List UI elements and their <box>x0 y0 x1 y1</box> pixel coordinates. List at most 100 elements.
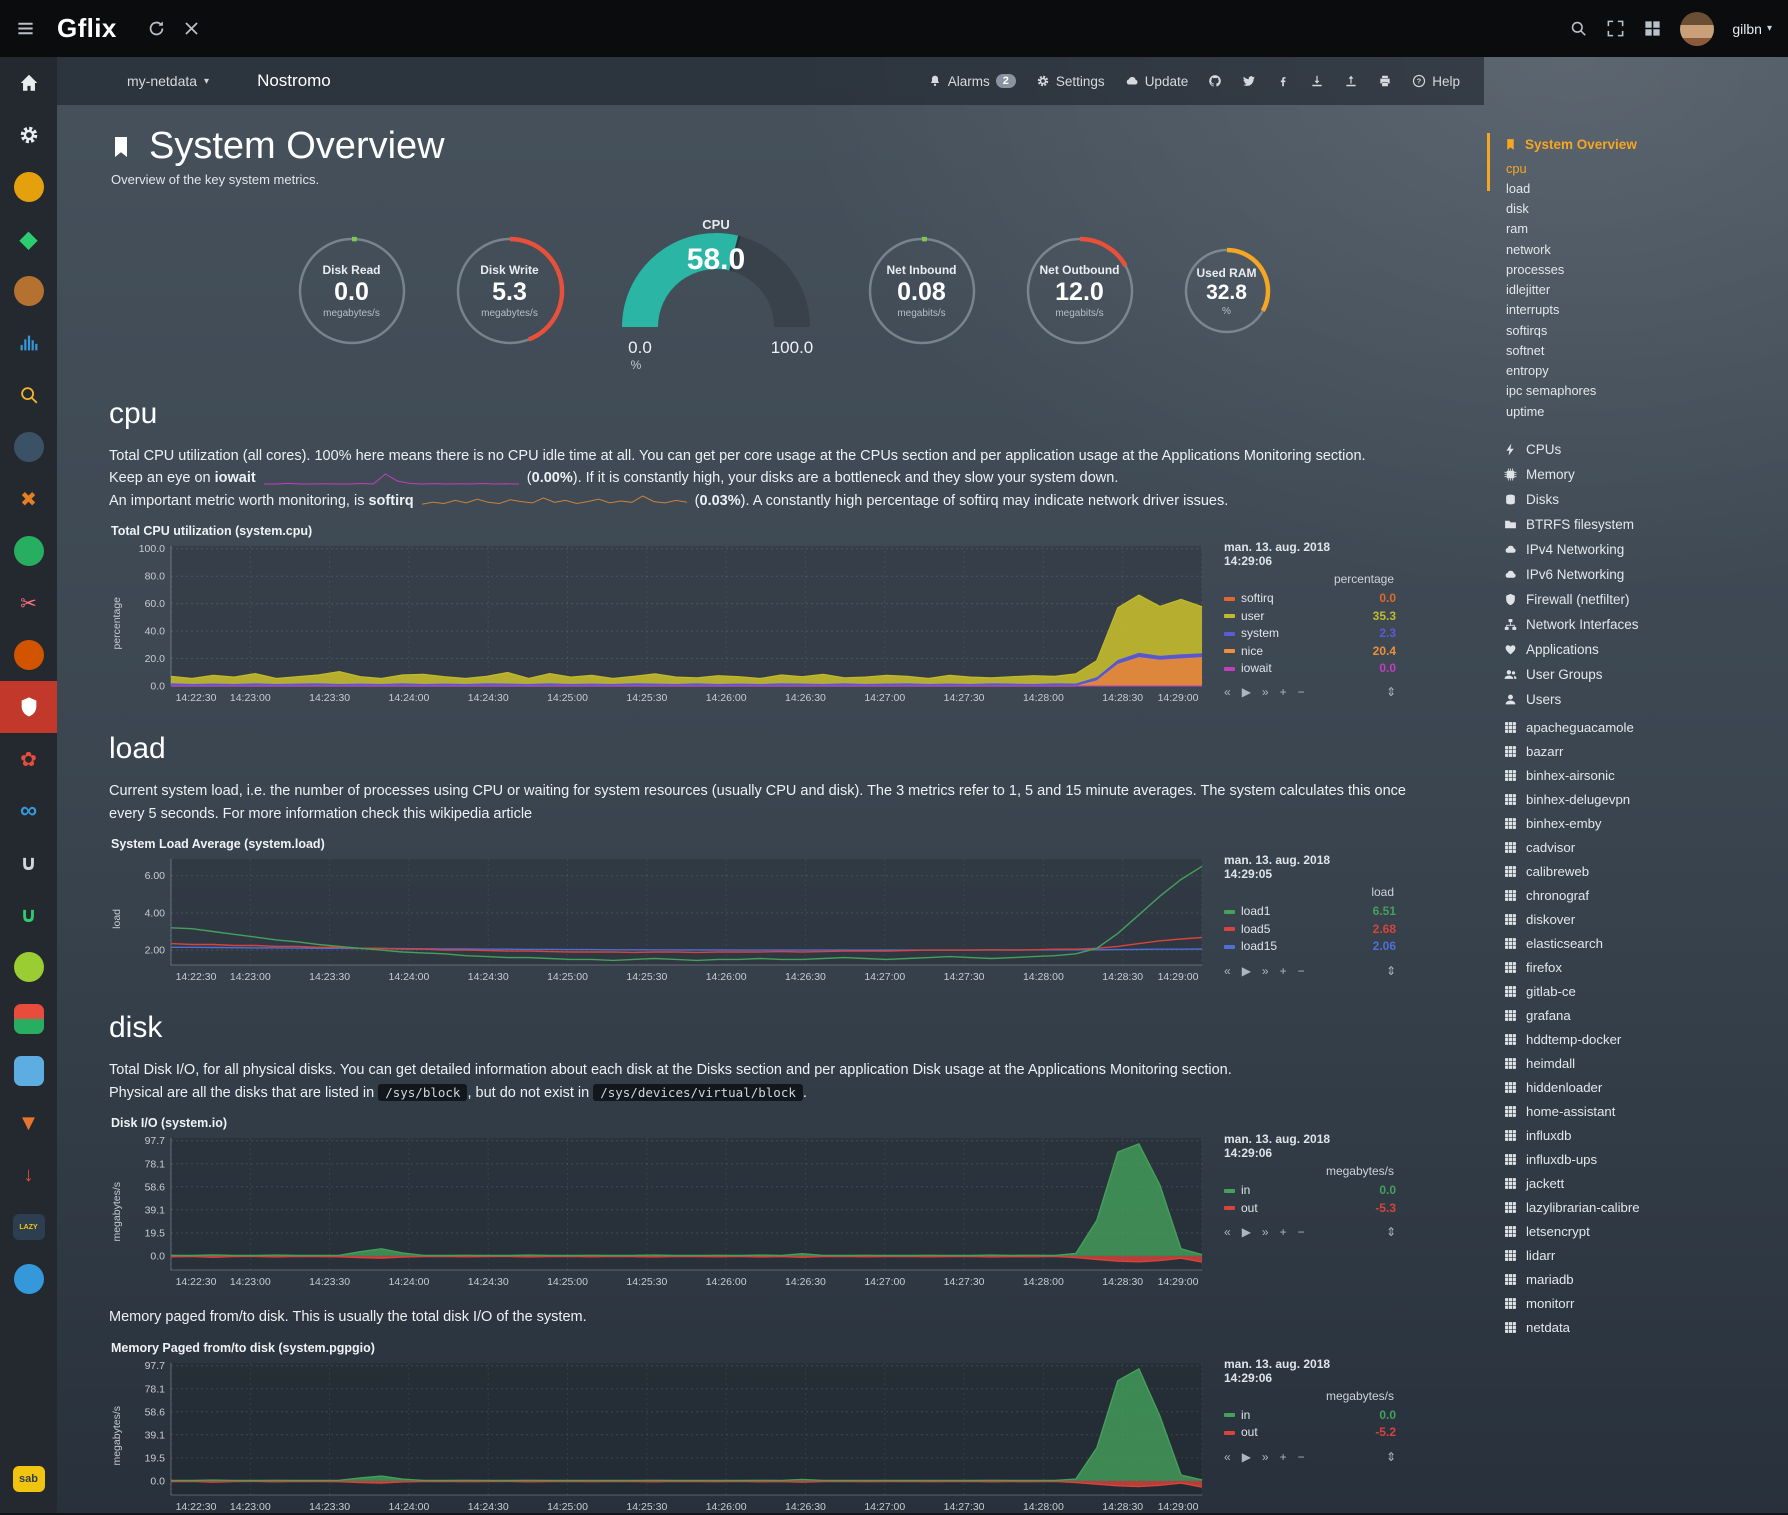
menu-ipv6-networking[interactable]: IPv6 Networking <box>1504 562 1780 587</box>
menu-app-calibreweb[interactable]: calibreweb <box>1504 859 1780 883</box>
menu-users[interactable]: Users <box>1504 687 1780 712</box>
menu-applications[interactable]: Applications <box>1504 637 1780 662</box>
menu-app-binhex-delugevpn[interactable]: binhex-delugevpn <box>1504 787 1780 811</box>
play-button[interactable]: ▶ <box>1242 964 1251 978</box>
pan-backward-button[interactable]: « <box>1224 1450 1231 1464</box>
submenu-entropy[interactable]: entropy <box>1504 361 1780 381</box>
menu-app-lidarr[interactable]: lidarr <box>1504 1243 1780 1267</box>
menu-cpus[interactable]: CPUs <box>1504 437 1780 462</box>
sidebar-app-app-8[interactable] <box>0 421 57 473</box>
print-button[interactable] <box>1378 74 1392 88</box>
close-icon[interactable] <box>182 19 201 38</box>
legend-series-softirq[interactable]: softirq0.0 <box>1224 590 1396 607</box>
sidebar-app-app-18[interactable] <box>0 941 57 993</box>
menu-app-binhex-emby[interactable]: binhex-emby <box>1504 811 1780 835</box>
chart-plot[interactable]: 14:22:3014:23:0014:23:3014:24:0014:24:30… <box>125 540 1210 706</box>
submenu-idlejitter[interactable]: idlejitter <box>1504 280 1780 300</box>
gauge-used-ram[interactable]: Used RAM32.8% <box>1179 243 1275 339</box>
chart-plot[interactable]: 14:22:3014:23:0014:23:3014:24:0014:24:30… <box>125 1357 1210 1515</box>
legend-series-system[interactable]: system2.3 <box>1224 625 1396 642</box>
play-button[interactable]: ▶ <box>1242 1225 1251 1239</box>
pan-backward-button[interactable]: « <box>1224 1225 1231 1239</box>
sidebar-app-app-3[interactable] <box>0 161 57 213</box>
play-button[interactable]: ▶ <box>1242 1450 1251 1464</box>
sidebar-app-app-6[interactable] <box>0 317 57 369</box>
sidebar-app-app-17[interactable]: ∪ <box>0 889 57 941</box>
twitter-button[interactable] <box>1242 74 1256 88</box>
settings-button[interactable]: Settings <box>1036 74 1105 89</box>
import-button[interactable] <box>1344 74 1358 88</box>
sidebar-app-app-4[interactable]: ◆ <box>0 213 57 265</box>
play-button[interactable]: ▶ <box>1242 685 1251 699</box>
submenu-network[interactable]: network <box>1504 239 1780 259</box>
resize-handle[interactable]: ⇕ <box>1386 1450 1396 1464</box>
server-dropdown[interactable]: my-netdata ▾ <box>127 73 209 89</box>
menu-app-elasticsearch[interactable]: elasticsearch <box>1504 931 1780 955</box>
gauge-cpu[interactable]: CPU58.00.0100.0% <box>609 211 823 371</box>
submenu-uptime[interactable]: uptime <box>1504 401 1780 421</box>
wikipedia-link[interactable]: wikipedia article <box>430 806 532 822</box>
legend-series-in[interactable]: in0.0 <box>1224 1182 1396 1199</box>
sidebar-app-app-24[interactable] <box>0 1253 57 1305</box>
alarms-button[interactable]: Alarms 2 <box>928 74 1016 89</box>
hostname[interactable]: Nostromo <box>257 71 331 91</box>
pan-forward-button[interactable]: » <box>1262 1450 1269 1464</box>
menu-app-influxdb[interactable]: influxdb <box>1504 1123 1780 1147</box>
menu-app-apacheguacamole[interactable]: apacheguacamole <box>1504 715 1780 739</box>
menu-memory[interactable]: Memory <box>1504 462 1780 487</box>
pan-forward-button[interactable]: » <box>1262 685 1269 699</box>
menu-app-home-assistant[interactable]: home-assistant <box>1504 1099 1780 1123</box>
avatar[interactable] <box>1680 12 1714 46</box>
submenu-disk[interactable]: disk <box>1504 199 1780 219</box>
apps-grid-icon[interactable] <box>1643 19 1662 38</box>
menu-app-monitorr[interactable]: monitorr <box>1504 1291 1780 1315</box>
zoom-in-button[interactable]: + <box>1280 1450 1287 1464</box>
menu-network-interfaces[interactable]: Network Interfaces <box>1504 612 1780 637</box>
github-button[interactable] <box>1208 74 1222 88</box>
facebook-button[interactable] <box>1276 74 1290 88</box>
submenu-load[interactable]: load <box>1504 178 1780 198</box>
menu-disks[interactable]: Disks <box>1504 487 1780 512</box>
menu-app-letsencrypt[interactable]: letsencrypt <box>1504 1219 1780 1243</box>
resize-handle[interactable]: ⇕ <box>1386 964 1396 978</box>
menu-app-jackett[interactable]: jackett <box>1504 1171 1780 1195</box>
chart-canvas[interactable]: 14:22:3014:23:0014:23:3014:24:0014:24:30… <box>125 1357 1210 1515</box>
menu-app-diskover[interactable]: diskover <box>1504 907 1780 931</box>
zoom-out-button[interactable]: − <box>1298 685 1305 699</box>
legend-series-in[interactable]: in0.0 <box>1224 1407 1396 1424</box>
resize-handle[interactable]: ⇕ <box>1386 685 1396 699</box>
sidebar-app-app-5[interactable] <box>0 265 57 317</box>
menu-system-overview[interactable]: System Overview <box>1504 137 1780 152</box>
pan-forward-button[interactable]: » <box>1262 1225 1269 1239</box>
sidebar-app-app-sab[interactable]: sab <box>0 1453 57 1505</box>
chart-plot[interactable]: 14:22:3014:23:0014:23:3014:24:0014:24:30… <box>125 853 1210 985</box>
menu-app-lazylibrarian-calibre[interactable]: lazylibrarian-calibre <box>1504 1195 1780 1219</box>
legend-series-nice[interactable]: nice20.4 <box>1224 643 1396 660</box>
submenu-processes[interactable]: processes <box>1504 259 1780 279</box>
sidebar-app-home[interactable] <box>0 57 57 109</box>
legend-series-load1[interactable]: load16.51 <box>1224 903 1396 920</box>
resize-handle[interactable]: ⇕ <box>1386 1225 1396 1239</box>
sidebar-app-app-11[interactable]: ✂ <box>0 577 57 629</box>
menu-app-chronograf[interactable]: chronograf <box>1504 883 1780 907</box>
gauge-net-inbound[interactable]: Net Inbound0.08megabits/s <box>863 232 981 350</box>
sidebar-app-app-10[interactable] <box>0 525 57 577</box>
help-button[interactable]: Help <box>1412 74 1460 89</box>
pan-backward-button[interactable]: « <box>1224 685 1231 699</box>
sidebar-app-app-21[interactable]: ▼ <box>0 1097 57 1149</box>
menu-user-groups[interactable]: User Groups <box>1504 662 1780 687</box>
gauge-disk-write[interactable]: Disk Write5.3megabytes/s <box>451 232 569 350</box>
sidebar-app-app-15[interactable]: ∞ <box>0 785 57 837</box>
export-button[interactable] <box>1310 74 1324 88</box>
menu-btrfs-filesystem[interactable]: BTRFS filesystem <box>1504 512 1780 537</box>
legend-series-out[interactable]: out-5.3 <box>1224 1200 1396 1217</box>
sidebar-app-app-14[interactable]: ✿ <box>0 733 57 785</box>
search-icon[interactable] <box>1569 19 1588 38</box>
legend-series-out[interactable]: out-5.2 <box>1224 1424 1396 1441</box>
zoom-in-button[interactable]: + <box>1280 685 1287 699</box>
menu-app-firefox[interactable]: firefox <box>1504 955 1780 979</box>
legend-series-user[interactable]: user35.3 <box>1224 608 1396 625</box>
menu-app-netdata[interactable]: netdata <box>1504 1315 1780 1339</box>
user-menu[interactable]: gilbn ▾ <box>1732 21 1772 37</box>
sidebar-app-app-9[interactable]: ✖ <box>0 473 57 525</box>
